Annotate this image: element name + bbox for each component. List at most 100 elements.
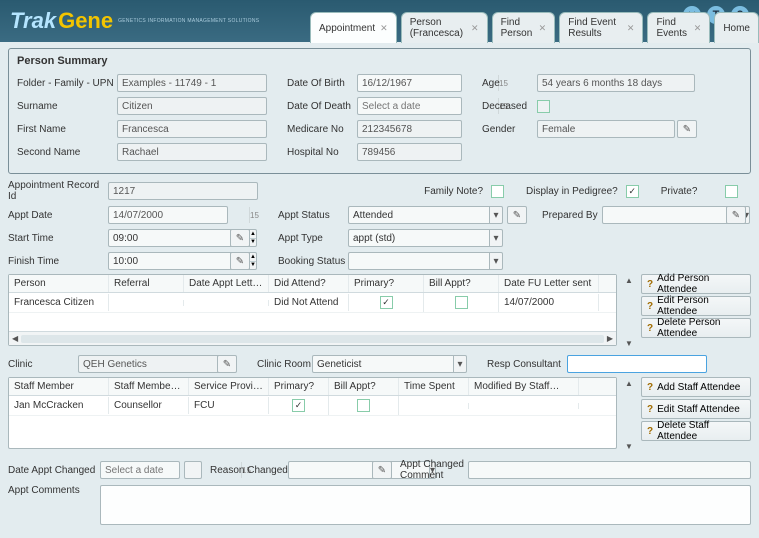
scroll-right-icon[interactable]: ▶ xyxy=(607,334,613,343)
grid-row[interactable]: Jan McCracken Counsellor FCU ✓ xyxy=(9,396,616,416)
h-scrollbar[interactable]: ◀ ▶ xyxy=(9,331,616,345)
delete-staff-attendee-button[interactable]: ?Delete Staff Attendee xyxy=(641,421,751,441)
family-note-checkbox[interactable] xyxy=(491,185,504,198)
edit-status-button[interactable]: ✎ xyxy=(507,206,527,224)
date-changed-field[interactable]: 15 xyxy=(100,461,180,479)
resp-consultant-label: Resp Consultant xyxy=(487,359,567,370)
tab-bar: Appointment✕ Person (Francesca)✕ Find Pe… xyxy=(310,12,759,43)
surname-input[interactable] xyxy=(117,97,267,115)
dob-field[interactable]: 15 xyxy=(357,74,462,92)
pencil-icon: ✎ xyxy=(683,124,691,135)
edit-clinic-button[interactable]: ✎ xyxy=(217,355,237,373)
edit-staff-attendee-button[interactable]: ?Edit Staff Attendee xyxy=(641,399,751,419)
firstname-input[interactable] xyxy=(117,120,267,138)
edit-person-attendee-button[interactable]: ?Edit Person Attendee xyxy=(641,296,751,316)
logo: TrakGene GENETICS INFORMATION MANAGEMENT… xyxy=(10,8,259,34)
bill-checkbox[interactable] xyxy=(455,296,468,309)
tab-close-icon[interactable]: ✕ xyxy=(539,23,547,34)
folder-input[interactable] xyxy=(117,74,267,92)
secondname-input[interactable] xyxy=(117,143,267,161)
gender-label: Gender xyxy=(482,124,537,135)
time-spinner[interactable]: ▲▼ xyxy=(250,252,257,270)
edit-start-button[interactable]: ✎ xyxy=(230,229,250,247)
edit-gender-button[interactable]: ✎ xyxy=(677,120,697,138)
deceased-label: Deceased xyxy=(482,101,537,112)
booking-status-select[interactable] xyxy=(348,252,490,270)
start-time-field[interactable]: ▲▼ xyxy=(108,229,228,247)
prepared-by-select[interactable] xyxy=(602,206,744,224)
dod-label: Date Of Death xyxy=(287,101,357,112)
edit-preparedby-button[interactable]: ✎ xyxy=(726,206,746,224)
dod-field[interactable]: 15 xyxy=(357,97,462,115)
appt-comments-input[interactable] xyxy=(100,485,751,525)
question-icon: ? xyxy=(647,426,653,437)
bill-checkbox[interactable] xyxy=(357,399,370,412)
dropdown-icon[interactable]: ▾ xyxy=(454,355,467,373)
grid-row[interactable]: Francesca Citizen Did Not Attend ✓ 14/07… xyxy=(9,293,616,313)
edit-finish-button[interactable]: ✎ xyxy=(230,252,250,270)
pencil-icon: ✎ xyxy=(236,256,244,267)
clear-date-button[interactable] xyxy=(184,461,202,479)
delete-person-attendee-button[interactable]: ?Delete Person Attendee xyxy=(641,318,751,338)
secondname-label: Second Name xyxy=(17,147,117,158)
tab-find-event-results[interactable]: Find Event Results✕ xyxy=(559,12,643,43)
question-icon: ? xyxy=(647,279,653,290)
appt-type-label: Appt Type xyxy=(278,233,348,244)
deceased-checkbox[interactable] xyxy=(537,100,550,113)
tab-find-events[interactable]: Find Events✕ xyxy=(647,12,710,43)
finish-time-field[interactable]: ▲▼ xyxy=(108,252,228,270)
tab-home[interactable]: Home xyxy=(714,12,759,43)
date-changed-label: Date Appt Changed xyxy=(8,465,100,476)
clinic-room-label: Clinic Room xyxy=(257,359,312,370)
record-id-input xyxy=(108,182,258,200)
tab-find-person[interactable]: Find Person✕ xyxy=(492,12,556,43)
private-label: Private? xyxy=(661,186,698,197)
age-label: Age xyxy=(482,78,537,89)
v-scrollbar[interactable]: ▲▼ xyxy=(621,274,637,350)
clinic-room-select[interactable] xyxy=(312,355,454,373)
add-person-attendee-button[interactable]: ?Add Person Attendee xyxy=(641,274,751,294)
tab-close-icon[interactable]: ✕ xyxy=(380,23,388,34)
clinic-select[interactable] xyxy=(78,355,220,373)
time-spinner[interactable]: ▲▼ xyxy=(250,229,257,247)
appt-date-field[interactable]: 15 xyxy=(108,206,228,224)
edit-reason-button[interactable]: ✎ xyxy=(372,461,392,479)
question-icon: ? xyxy=(647,323,653,334)
family-note-label: Family Note? xyxy=(423,186,483,197)
dropdown-icon[interactable]: ▾ xyxy=(490,229,503,247)
finish-time-label: Finish Time xyxy=(8,256,108,267)
grid-header: Person Referral Date Appt Letter s… Did … xyxy=(9,275,616,293)
private-checkbox[interactable] xyxy=(725,185,738,198)
primary-checkbox[interactable]: ✓ xyxy=(292,399,305,412)
scroll-down-icon[interactable]: ▼ xyxy=(625,339,633,348)
booking-status-label: Booking Status xyxy=(278,256,348,267)
changed-comment-label: Appt Changed Comment xyxy=(400,459,468,481)
tab-appointment[interactable]: Appointment✕ xyxy=(310,12,397,43)
primary-checkbox[interactable]: ✓ xyxy=(380,296,393,309)
reason-changed-label: Reason Changed xyxy=(210,465,288,476)
tab-close-icon[interactable]: ✕ xyxy=(694,23,702,34)
changed-comment-input[interactable] xyxy=(468,461,751,479)
add-staff-attendee-button[interactable]: ?Add Staff Attendee xyxy=(641,377,751,397)
v-scrollbar[interactable]: ▲▼ xyxy=(621,377,637,453)
panel-title: Person Summary xyxy=(17,55,742,67)
medicare-input[interactable] xyxy=(357,120,462,138)
resp-consultant-input[interactable] xyxy=(567,355,707,373)
scroll-up-icon[interactable]: ▲ xyxy=(625,379,633,388)
display-pedigree-checkbox[interactable]: ✓ xyxy=(626,185,639,198)
scroll-up-icon[interactable]: ▲ xyxy=(625,276,633,285)
appt-type-select[interactable] xyxy=(348,229,490,247)
dropdown-icon[interactable]: ▾ xyxy=(490,252,503,270)
appt-status-select[interactable] xyxy=(348,206,490,224)
question-icon: ? xyxy=(647,404,653,415)
scroll-left-icon[interactable]: ◀ xyxy=(12,334,18,343)
firstname-label: First Name xyxy=(17,124,117,135)
gender-input[interactable] xyxy=(537,120,675,138)
tab-person[interactable]: Person (Francesca)✕ xyxy=(401,12,488,43)
tab-close-icon[interactable]: ✕ xyxy=(471,23,479,34)
hospital-input[interactable] xyxy=(357,143,462,161)
calendar-icon[interactable]: 15 xyxy=(249,207,259,223)
tab-close-icon[interactable]: ✕ xyxy=(627,23,635,34)
scroll-down-icon[interactable]: ▼ xyxy=(625,442,633,451)
dropdown-icon[interactable]: ▾ xyxy=(490,206,503,224)
